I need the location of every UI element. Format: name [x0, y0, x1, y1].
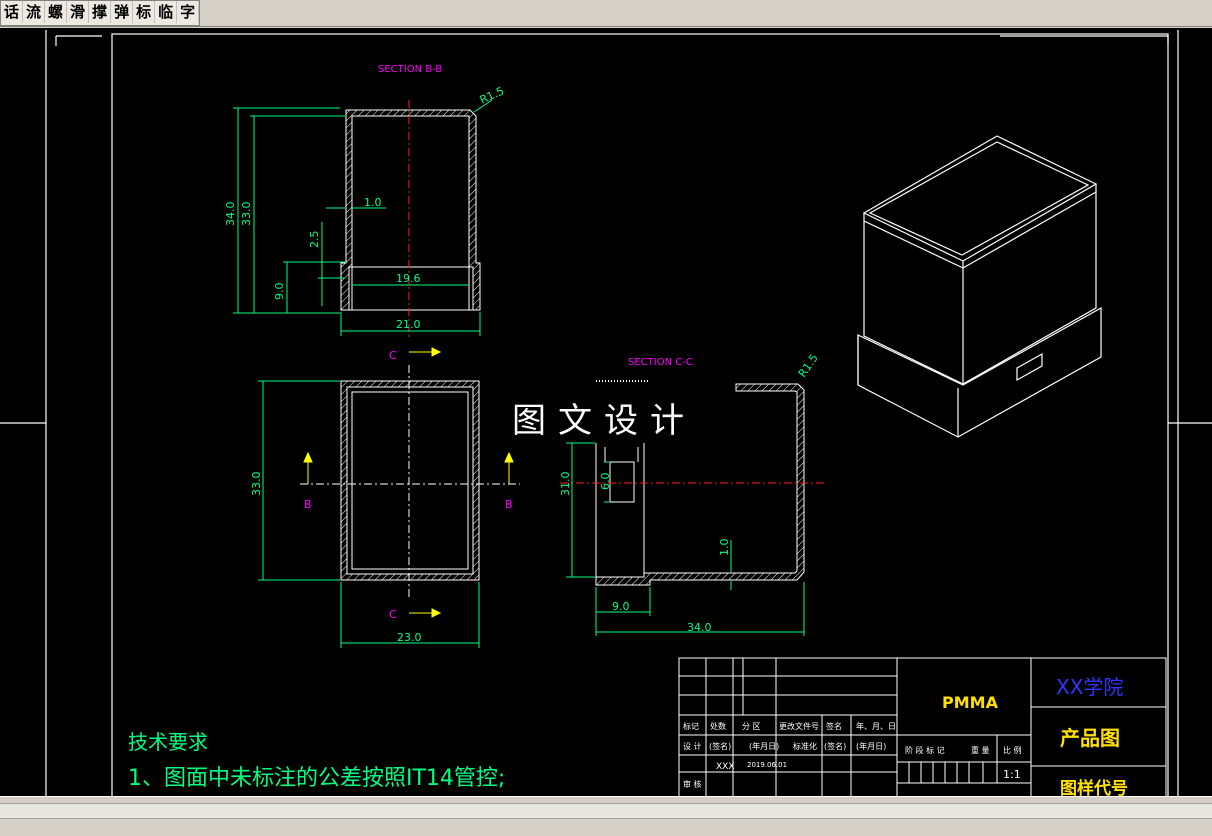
watermark-text: 图文设计 — [512, 401, 696, 441]
tb-date: 2019.06.01 — [747, 761, 787, 769]
toolbar-button-7[interactable]: 临 — [155, 1, 178, 23]
tb-drawing-type: 产品图 — [1060, 726, 1120, 750]
top-width-dim: 23.0 — [397, 631, 422, 644]
bb-radius-label: R1.5 — [478, 84, 506, 106]
tb-label-count: 处数 — [710, 721, 726, 731]
status-bar — [0, 796, 1212, 836]
tech-requirements-title: 技术要求 — [128, 730, 208, 754]
toolbar-button-0[interactable]: 话 — [1, 1, 24, 23]
drawing-canvas[interactable]: SECTION B-B R1.5 34.0 33.0 1.0 2.5 9.0 1… — [0, 28, 1212, 796]
cut-c-top: C — [389, 349, 397, 362]
cut-b-right: B — [505, 498, 513, 511]
toolbar-button-3[interactable]: 滑 — [67, 1, 90, 23]
tb-label-sign-3: (签名) — [824, 741, 846, 751]
section-cc-title: SECTION C-C — [628, 357, 693, 368]
cut-b-left: B — [304, 498, 312, 511]
toolbar: 话流螺滑撑弹标临字 — [0, 0, 1212, 27]
tb-school: XX学院 — [1056, 675, 1123, 699]
top-view: 33.0 23.0 C C B B — [250, 347, 520, 648]
tb-label-standard: 标准化 — [793, 741, 817, 751]
cad-drawing: SECTION B-B R1.5 34.0 33.0 1.0 2.5 9.0 1… — [0, 30, 1212, 796]
tb-label-ymd: 年、月、日 — [856, 721, 896, 731]
section-cc-view: SECTION C-C R1.5 31.0 6.0 1.0 9.0 34.0 — [559, 352, 825, 636]
top-height-dim: 33.0 — [250, 472, 263, 497]
tb-label-sign-2: (签名) — [709, 741, 731, 751]
section-bb-title: SECTION B-B — [378, 64, 442, 75]
toolbar-button-2[interactable]: 螺 — [45, 1, 68, 23]
bb-height-outer: 34.0 — [224, 202, 237, 227]
tb-label-review: 审 核 — [683, 779, 702, 789]
text-style-toolbar: 话流螺滑撑弹标临字 — [0, 0, 201, 26]
bb-height-inner: 33.0 — [240, 202, 253, 227]
toolbar-button-6[interactable]: 标 — [133, 1, 156, 23]
tech-requirement-1: 1、图面中未标注的公差按照IT14管控; — [128, 766, 505, 791]
tb-label-scale: 比 例 — [1003, 745, 1022, 755]
tb-label-sign: 签名 — [826, 721, 842, 731]
toolbar-button-4[interactable]: 撑 — [89, 1, 112, 23]
tb-label-date-2: (年月日) — [749, 741, 779, 751]
bb-step-height: 2.5 — [308, 231, 321, 249]
toolbar-button-8[interactable]: 字 — [177, 1, 200, 23]
tb-label-date-3: (年月日) — [856, 741, 886, 751]
cc-length-dim: 34.0 — [687, 621, 712, 634]
cc-base-dim: 9.0 — [612, 600, 630, 613]
tb-scale-value: 1:1 — [1003, 768, 1021, 781]
bb-outer-width: 21.0 — [396, 318, 421, 331]
tb-label-design: 设 计 — [683, 741, 702, 751]
title-block: 标记 处数 分 区 更改文件号 签名 年、月、日 设 计 (签名) (年月日) … — [678, 657, 1167, 796]
bb-inner-width: 19.6 — [396, 272, 421, 285]
bb-base-height: 9.0 — [273, 283, 286, 301]
tb-label-mark: 标记 — [683, 721, 699, 731]
tb-designer: XXX — [716, 762, 735, 772]
horizontal-scrollbar[interactable] — [0, 803, 1212, 819]
section-bb-view: SECTION B-B R1.5 34.0 33.0 1.0 2.5 9.0 1… — [224, 64, 506, 340]
tb-material: PMMA — [942, 693, 999, 712]
cc-height-dim: 31.0 — [559, 472, 572, 497]
toolbar-button-1[interactable]: 流 — [23, 1, 46, 23]
cc-radius-label: R1.5 — [796, 352, 821, 380]
tb-label-zone: 分 区 — [742, 722, 761, 731]
tb-drawing-code: 图样代号 — [1060, 778, 1128, 796]
tb-label-change-doc: 更改文件号 — [779, 721, 819, 731]
cut-c-bottom: C — [389, 608, 397, 621]
isometric-view — [857, 135, 1102, 438]
toolbar-button-5[interactable]: 弹 — [111, 1, 134, 23]
cc-slot-dim: 6.0 — [599, 473, 612, 491]
tb-label-stage: 阶 段 标 记 — [905, 745, 945, 755]
bb-wall-thickness: 1.0 — [364, 196, 382, 209]
tb-label-weight: 重 量 — [971, 745, 990, 755]
cc-wall-dim: 1.0 — [718, 539, 731, 557]
